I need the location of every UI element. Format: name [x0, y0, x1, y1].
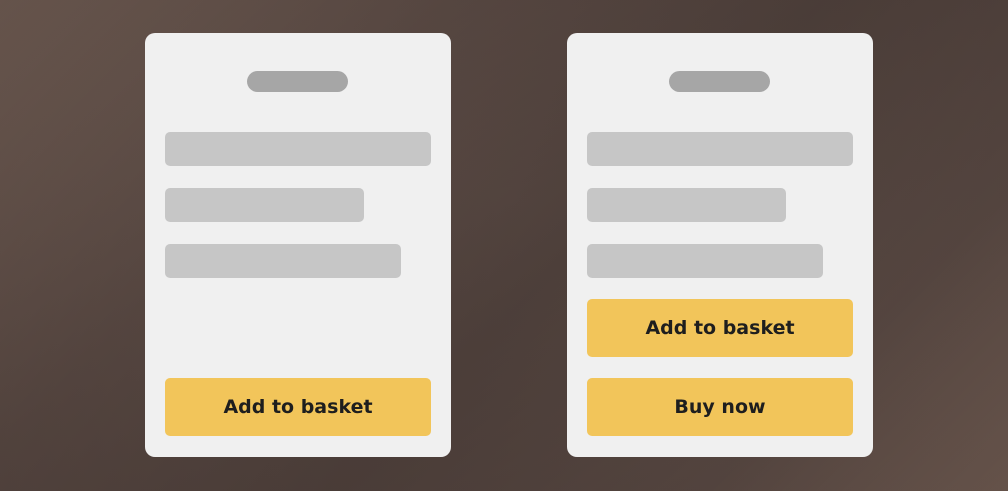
product-card-two-actions: Add to basket Buy now	[567, 33, 873, 457]
placeholder-text-line	[587, 132, 853, 166]
placeholder-text-line	[165, 244, 401, 278]
placeholder-text-line	[587, 244, 823, 278]
add-to-basket-button[interactable]: Add to basket	[587, 299, 853, 357]
placeholder-handle	[247, 71, 348, 92]
placeholder-text-line	[587, 188, 786, 222]
placeholder-text-line	[165, 188, 364, 222]
placeholder-handle	[669, 71, 770, 92]
placeholder-text-line	[165, 132, 431, 166]
buy-now-button[interactable]: Buy now	[587, 378, 853, 436]
add-to-basket-button[interactable]: Add to basket	[165, 378, 431, 436]
product-card-single-action: Add to basket	[145, 33, 451, 457]
